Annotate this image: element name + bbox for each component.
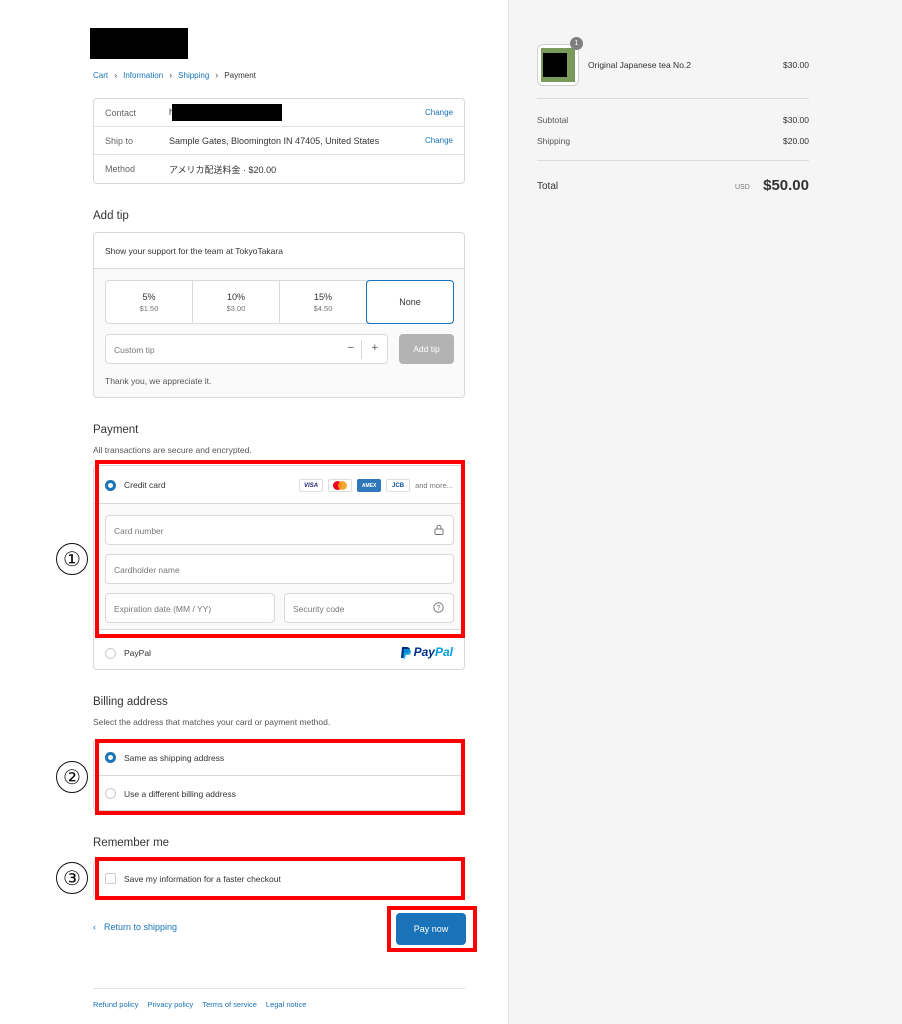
tip-option-pct: None bbox=[399, 297, 421, 307]
subtotal-label: Subtotal bbox=[537, 115, 569, 125]
breadcrumb: Cart › Information › Shipping › Payment bbox=[93, 70, 256, 80]
custom-tip-input[interactable]: Custom tip − + bbox=[105, 334, 388, 364]
add-tip-button[interactable]: Add tip bbox=[399, 334, 454, 364]
shipping-value: $20.00 bbox=[783, 136, 809, 146]
ship-to-value: Sample Gates, Bloomington IN 47405, Unit… bbox=[169, 135, 380, 146]
breadcrumb-shipping[interactable]: Shipping bbox=[178, 71, 209, 80]
chevron-right-icon: › bbox=[114, 70, 118, 80]
stepper-divider bbox=[361, 340, 362, 359]
paypal-radio[interactable] bbox=[105, 648, 116, 659]
contact-row: Contact h Change bbox=[94, 99, 464, 127]
paypal-logo: PayPal bbox=[400, 645, 453, 659]
subtotal-value: $30.00 bbox=[783, 115, 809, 125]
tip-panel: Show your support for the team at TokyoT… bbox=[93, 232, 465, 398]
tip-option-pct: 15% bbox=[313, 291, 332, 302]
tip-option-pct: 10% bbox=[226, 291, 245, 302]
footer-links: Refund policy Privacy policy Terms of se… bbox=[93, 1000, 306, 1009]
paypal-label[interactable]: PayPal bbox=[124, 648, 151, 658]
highlight-box-1 bbox=[95, 460, 465, 638]
tip-option-pct: 5% bbox=[142, 291, 156, 302]
summary-divider bbox=[537, 98, 809, 99]
breadcrumb-payment: Payment bbox=[224, 70, 256, 80]
ship-to-row: Ship to Sample Gates, Bloomington IN 474… bbox=[94, 127, 464, 155]
tip-option-10[interactable]: 10% $3.00 bbox=[193, 281, 280, 323]
highlight-box-3 bbox=[95, 857, 465, 900]
payment-heading: Payment bbox=[93, 424, 139, 436]
tip-option-amount: $3.00 bbox=[226, 303, 246, 313]
annotation-marker-3: ③ bbox=[56, 862, 88, 894]
tip-options: 5% $1.50 10% $3.00 15% $4.50 None bbox=[105, 280, 454, 324]
tip-option-none[interactable]: None bbox=[366, 280, 454, 324]
product-name: Original Japanese tea No.2 bbox=[588, 60, 692, 70]
checkout-summary: Contact h Change Ship to Sample Gates, B… bbox=[93, 98, 465, 184]
tip-thanks-text: Thank you, we appreciate it. bbox=[105, 376, 212, 386]
contact-value: h bbox=[169, 104, 283, 121]
tip-option-15[interactable]: 15% $4.50 bbox=[280, 281, 367, 323]
footer-divider bbox=[93, 988, 465, 989]
paypal-p-icon bbox=[400, 646, 411, 658]
chevron-right-icon: › bbox=[215, 70, 219, 80]
method-label: Method bbox=[105, 164, 136, 174]
paypal-logo-text-1: Pay bbox=[413, 645, 435, 659]
checkout-main: Cart › Information › Shipping › Payment … bbox=[0, 0, 508, 1024]
highlight-box-2 bbox=[95, 739, 465, 815]
change-contact-link[interactable]: Change bbox=[425, 108, 453, 117]
custom-tip-placeholder: Custom tip bbox=[114, 345, 155, 355]
payment-subtitle: All transactions are secure and encrypte… bbox=[93, 445, 252, 455]
billing-heading: Billing address bbox=[93, 696, 168, 708]
annotation-marker-2: ② bbox=[56, 761, 88, 793]
breadcrumb-cart[interactable]: Cart bbox=[93, 71, 108, 80]
add-tip-heading: Add tip bbox=[93, 210, 129, 222]
contact-redaction bbox=[172, 104, 283, 121]
total-currency: USD bbox=[735, 184, 750, 191]
chevron-left-icon: ‹ bbox=[93, 922, 96, 932]
store-logo-redacted bbox=[90, 28, 188, 59]
product-image-redaction bbox=[543, 53, 567, 77]
privacy-policy-link[interactable]: Privacy policy bbox=[147, 1000, 193, 1009]
chevron-right-icon: › bbox=[169, 70, 173, 80]
breadcrumb-information[interactable]: Information bbox=[123, 71, 163, 80]
ship-to-label: Ship to bbox=[105, 135, 134, 146]
increment-tip-button[interactable]: + bbox=[372, 342, 378, 354]
remember-heading: Remember me bbox=[93, 837, 170, 849]
total-label: Total bbox=[537, 181, 559, 192]
total-amount: $50.00 bbox=[763, 177, 809, 194]
paypal-logo-text-2: Pal bbox=[434, 645, 453, 659]
shipping-row: Shipping $20.00 bbox=[537, 136, 809, 146]
tip-option-amount: $4.50 bbox=[313, 303, 333, 313]
product-price: $30.00 bbox=[783, 60, 809, 70]
change-ship-to-link[interactable]: Change bbox=[425, 136, 453, 145]
return-to-shipping-label: Return to shipping bbox=[104, 922, 178, 932]
tip-option-5[interactable]: 5% $1.50 bbox=[106, 281, 193, 323]
method-row: Method アメリカ配送料金 · $20.00 bbox=[94, 155, 464, 183]
total-divider bbox=[537, 160, 809, 161]
subtotal-row: Subtotal $30.00 bbox=[537, 115, 809, 125]
billing-subtitle: Select the address that matches your car… bbox=[93, 717, 331, 727]
tip-support-text: Show your support for the team at TokyoT… bbox=[94, 233, 464, 269]
annotation-marker-1: ① bbox=[56, 543, 88, 575]
tip-option-amount: $1.50 bbox=[139, 303, 159, 313]
contact-label: Contact bbox=[105, 107, 137, 118]
quantity-badge: 1 bbox=[570, 37, 583, 50]
highlight-box-pay bbox=[387, 906, 477, 952]
decrement-tip-button[interactable]: − bbox=[348, 342, 354, 354]
product-thumbnail bbox=[537, 44, 579, 86]
order-summary-sidebar bbox=[508, 0, 902, 1024]
return-to-shipping-link[interactable]: ‹ Return to shipping bbox=[93, 922, 177, 932]
terms-of-service-link[interactable]: Terms of service bbox=[202, 1000, 257, 1009]
legal-notice-link[interactable]: Legal notice bbox=[266, 1000, 306, 1009]
shipping-label: Shipping bbox=[537, 136, 571, 146]
method-value: アメリカ配送料金 · $20.00 bbox=[169, 164, 277, 175]
refund-policy-link[interactable]: Refund policy bbox=[93, 1000, 138, 1009]
